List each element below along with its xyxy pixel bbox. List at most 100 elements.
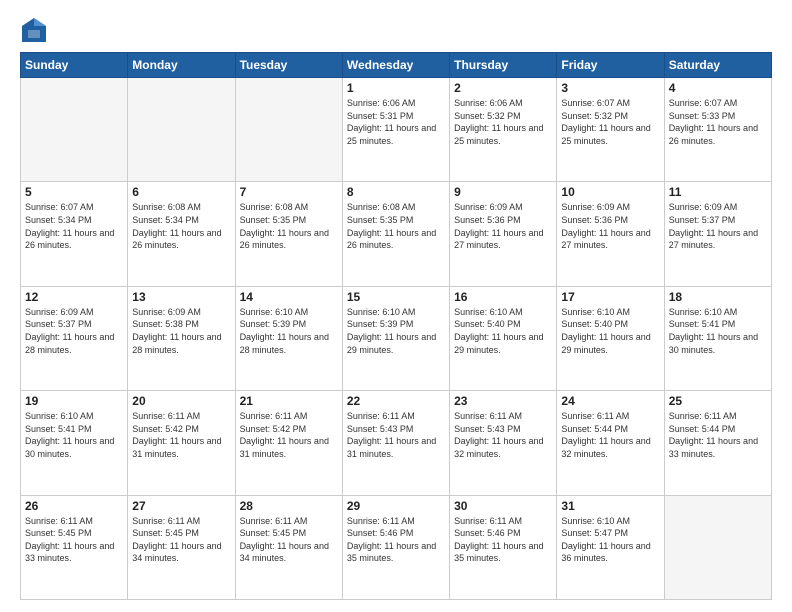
calendar-cell: 12 Sunrise: 6:09 AM Sunset: 5:37 PM Dayli…	[21, 286, 128, 390]
cell-sun-info: Sunrise: 6:07 AM Sunset: 5:32 PM Dayligh…	[561, 97, 659, 147]
cell-sun-info: Sunrise: 6:10 AM Sunset: 5:40 PM Dayligh…	[561, 306, 659, 356]
day-number: 26	[25, 499, 123, 513]
calendar-cell: 31 Sunrise: 6:10 AM Sunset: 5:47 PM Dayli…	[557, 495, 664, 599]
day-header-thursday: Thursday	[450, 53, 557, 78]
day-number: 23	[454, 394, 552, 408]
day-number: 16	[454, 290, 552, 304]
cell-sun-info: Sunrise: 6:11 AM Sunset: 5:44 PM Dayligh…	[561, 410, 659, 460]
day-number: 17	[561, 290, 659, 304]
cell-sun-info: Sunrise: 6:11 AM Sunset: 5:43 PM Dayligh…	[454, 410, 552, 460]
cell-sun-info: Sunrise: 6:09 AM Sunset: 5:37 PM Dayligh…	[25, 306, 123, 356]
calendar-cell: 10 Sunrise: 6:09 AM Sunset: 5:36 PM Dayli…	[557, 182, 664, 286]
calendar-header-row: SundayMondayTuesdayWednesdayThursdayFrid…	[21, 53, 772, 78]
day-number: 11	[669, 185, 767, 199]
calendar-cell: 4 Sunrise: 6:07 AM Sunset: 5:33 PM Daylig…	[664, 78, 771, 182]
calendar-week-4: 19Sunrise: 6:10 AM Sunset: 5:41 PM Dayli…	[21, 391, 772, 495]
calendar-cell: 2 Sunrise: 6:06 AM Sunset: 5:32 PM Daylig…	[450, 78, 557, 182]
cell-sun-info: Sunrise: 6:11 AM Sunset: 5:45 PM Dayligh…	[240, 515, 338, 565]
calendar-cell: 23 Sunrise: 6:11 AM Sunset: 5:43 PM Dayli…	[450, 391, 557, 495]
day-number: 2	[454, 81, 552, 95]
day-number: 22	[347, 394, 445, 408]
day-number: 6	[132, 185, 230, 199]
calendar-cell: 22 Sunrise: 6:11 AM Sunset: 5:43 PM Dayli…	[342, 391, 449, 495]
cell-sun-info: Sunrise: 6:08 AM Sunset: 5:35 PM Dayligh…	[240, 201, 338, 251]
calendar-cell: 15Sunrise: 6:10 AM Sunset: 5:39 PM Dayli…	[342, 286, 449, 390]
page: SundayMondayTuesdayWednesdayThursdayFrid…	[0, 0, 792, 612]
calendar-cell	[128, 78, 235, 182]
day-number: 4	[669, 81, 767, 95]
cell-sun-info: Sunrise: 6:11 AM Sunset: 5:43 PM Dayligh…	[347, 410, 445, 460]
cell-sun-info: Sunrise: 6:08 AM Sunset: 5:34 PM Dayligh…	[132, 201, 230, 251]
logo-icon	[20, 16, 48, 44]
day-number: 31	[561, 499, 659, 513]
cell-sun-info: Sunrise: 6:10 AM Sunset: 5:39 PM Dayligh…	[347, 306, 445, 356]
cell-sun-info: Sunrise: 6:09 AM Sunset: 5:37 PM Dayligh…	[669, 201, 767, 251]
cell-sun-info: Sunrise: 6:11 AM Sunset: 5:42 PM Dayligh…	[132, 410, 230, 460]
day-number: 12	[25, 290, 123, 304]
calendar-cell: 18Sunrise: 6:10 AM Sunset: 5:41 PM Dayli…	[664, 286, 771, 390]
cell-sun-info: Sunrise: 6:11 AM Sunset: 5:44 PM Dayligh…	[669, 410, 767, 460]
calendar-cell: 6 Sunrise: 6:08 AM Sunset: 5:34 PM Daylig…	[128, 182, 235, 286]
calendar-cell	[21, 78, 128, 182]
day-number: 5	[25, 185, 123, 199]
day-number: 25	[669, 394, 767, 408]
cell-sun-info: Sunrise: 6:11 AM Sunset: 5:46 PM Dayligh…	[454, 515, 552, 565]
calendar-cell: 21 Sunrise: 6:11 AM Sunset: 5:42 PM Dayli…	[235, 391, 342, 495]
day-number: 13	[132, 290, 230, 304]
calendar-week-2: 5 Sunrise: 6:07 AM Sunset: 5:34 PM Daylig…	[21, 182, 772, 286]
day-header-wednesday: Wednesday	[342, 53, 449, 78]
cell-sun-info: Sunrise: 6:07 AM Sunset: 5:33 PM Dayligh…	[669, 97, 767, 147]
day-number: 29	[347, 499, 445, 513]
cell-sun-info: Sunrise: 6:11 AM Sunset: 5:46 PM Dayligh…	[347, 515, 445, 565]
day-header-saturday: Saturday	[664, 53, 771, 78]
calendar-cell: 5 Sunrise: 6:07 AM Sunset: 5:34 PM Daylig…	[21, 182, 128, 286]
day-number: 18	[669, 290, 767, 304]
day-number: 27	[132, 499, 230, 513]
cell-sun-info: Sunrise: 6:11 AM Sunset: 5:45 PM Dayligh…	[132, 515, 230, 565]
calendar-week-5: 26 Sunrise: 6:11 AM Sunset: 5:45 PM Dayli…	[21, 495, 772, 599]
cell-sun-info: Sunrise: 6:09 AM Sunset: 5:36 PM Dayligh…	[561, 201, 659, 251]
calendar-cell: 26 Sunrise: 6:11 AM Sunset: 5:45 PM Dayli…	[21, 495, 128, 599]
cell-sun-info: Sunrise: 6:06 AM Sunset: 5:31 PM Dayligh…	[347, 97, 445, 147]
cell-sun-info: Sunrise: 6:11 AM Sunset: 5:42 PM Dayligh…	[240, 410, 338, 460]
day-number: 20	[132, 394, 230, 408]
day-number: 30	[454, 499, 552, 513]
day-header-monday: Monday	[128, 53, 235, 78]
day-number: 7	[240, 185, 338, 199]
cell-sun-info: Sunrise: 6:10 AM Sunset: 5:39 PM Dayligh…	[240, 306, 338, 356]
day-number: 9	[454, 185, 552, 199]
cell-sun-info: Sunrise: 6:10 AM Sunset: 5:40 PM Dayligh…	[454, 306, 552, 356]
cell-sun-info: Sunrise: 6:11 AM Sunset: 5:45 PM Dayligh…	[25, 515, 123, 565]
cell-sun-info: Sunrise: 6:06 AM Sunset: 5:32 PM Dayligh…	[454, 97, 552, 147]
day-number: 3	[561, 81, 659, 95]
header	[20, 16, 772, 44]
calendar-week-1: 1 Sunrise: 6:06 AM Sunset: 5:31 PM Daylig…	[21, 78, 772, 182]
day-header-tuesday: Tuesday	[235, 53, 342, 78]
calendar-week-3: 12 Sunrise: 6:09 AM Sunset: 5:37 PM Dayli…	[21, 286, 772, 390]
calendar-cell	[235, 78, 342, 182]
calendar-cell: 3 Sunrise: 6:07 AM Sunset: 5:32 PM Daylig…	[557, 78, 664, 182]
day-number: 10	[561, 185, 659, 199]
cell-sun-info: Sunrise: 6:10 AM Sunset: 5:47 PM Dayligh…	[561, 515, 659, 565]
calendar-cell: 17 Sunrise: 6:10 AM Sunset: 5:40 PM Dayli…	[557, 286, 664, 390]
calendar-cell: 19Sunrise: 6:10 AM Sunset: 5:41 PM Dayli…	[21, 391, 128, 495]
calendar-cell: 1 Sunrise: 6:06 AM Sunset: 5:31 PM Daylig…	[342, 78, 449, 182]
calendar-cell: 16 Sunrise: 6:10 AM Sunset: 5:40 PM Dayli…	[450, 286, 557, 390]
cell-sun-info: Sunrise: 6:08 AM Sunset: 5:35 PM Dayligh…	[347, 201, 445, 251]
calendar-cell: 29 Sunrise: 6:11 AM Sunset: 5:46 PM Dayli…	[342, 495, 449, 599]
calendar-cell: 25 Sunrise: 6:11 AM Sunset: 5:44 PM Dayli…	[664, 391, 771, 495]
calendar-cell: 14Sunrise: 6:10 AM Sunset: 5:39 PM Dayli…	[235, 286, 342, 390]
cell-sun-info: Sunrise: 6:09 AM Sunset: 5:36 PM Dayligh…	[454, 201, 552, 251]
calendar-cell: 11 Sunrise: 6:09 AM Sunset: 5:37 PM Dayli…	[664, 182, 771, 286]
day-number: 28	[240, 499, 338, 513]
day-number: 1	[347, 81, 445, 95]
day-header-friday: Friday	[557, 53, 664, 78]
calendar-cell: 20 Sunrise: 6:11 AM Sunset: 5:42 PM Dayli…	[128, 391, 235, 495]
day-number: 21	[240, 394, 338, 408]
cell-sun-info: Sunrise: 6:07 AM Sunset: 5:34 PM Dayligh…	[25, 201, 123, 251]
calendar-cell: 13Sunrise: 6:09 AM Sunset: 5:38 PM Dayli…	[128, 286, 235, 390]
calendar-cell: 30 Sunrise: 6:11 AM Sunset: 5:46 PM Dayli…	[450, 495, 557, 599]
logo	[20, 16, 52, 44]
calendar-cell: 7 Sunrise: 6:08 AM Sunset: 5:35 PM Daylig…	[235, 182, 342, 286]
day-number: 24	[561, 394, 659, 408]
